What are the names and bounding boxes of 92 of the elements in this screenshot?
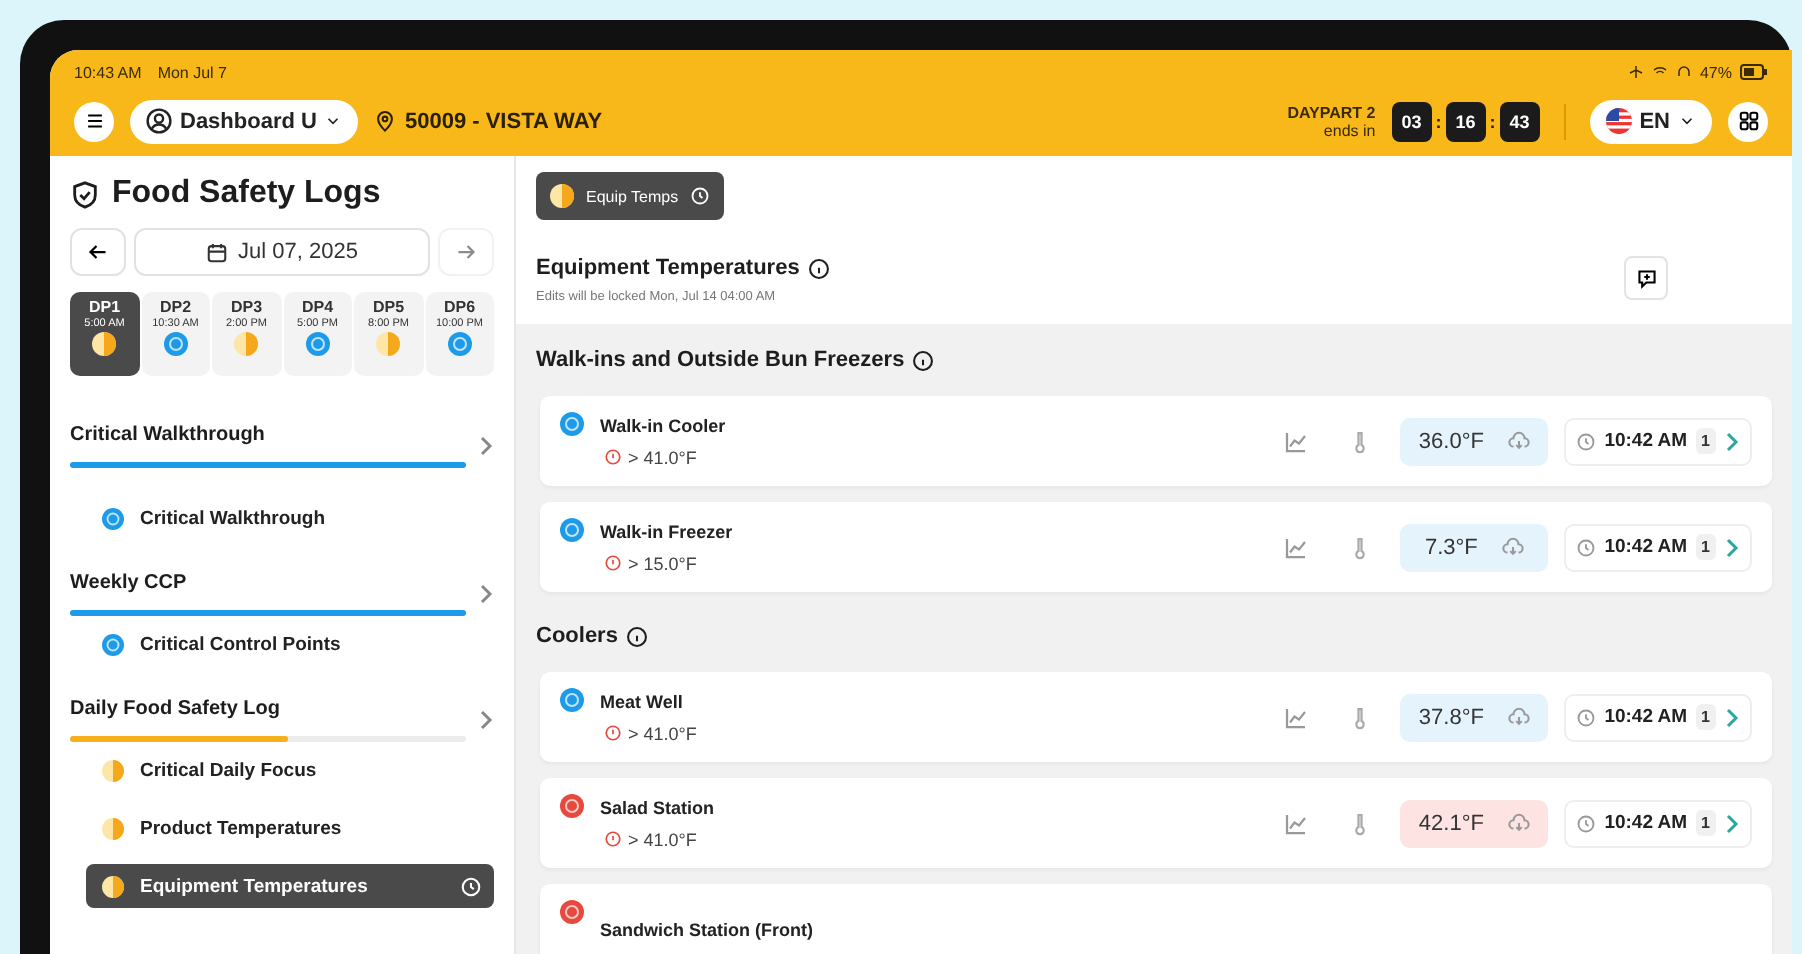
time-reading[interactable]: 10:42 AM 1 [1564, 693, 1752, 741]
temperature-limit: > 41.0°F [628, 723, 697, 743]
chart-icon [1284, 429, 1309, 453]
grid-icon [1737, 110, 1759, 132]
equipment-card[interactable]: Walk-in Freezer > 15.0°F 7.3°F 10:42 AM 1 [540, 502, 1772, 592]
info-icon [625, 625, 648, 647]
chevron-right-icon[interactable] [1724, 707, 1740, 727]
status-time: 10:43 AM [74, 63, 142, 81]
calendar-icon [206, 241, 229, 263]
equipment-card[interactable]: Meat Well > 41.0°F 37.8°F 10:42 AM 1 [540, 672, 1772, 762]
battery-icon [1740, 64, 1768, 80]
clock-icon [1576, 707, 1597, 727]
log-item[interactable]: Equipment Temperatures [86, 864, 494, 908]
airplane-icon [1627, 64, 1644, 80]
clock-icon [1576, 537, 1597, 557]
cloud-icon [1507, 430, 1530, 452]
time-reading[interactable]: 10:42 AM 1 [1564, 417, 1752, 465]
temperature-limit: > 41.0°F [628, 447, 697, 467]
section-title: Daily Food Safety Log [70, 698, 283, 720]
time-reading[interactable]: 10:42 AM 1 [1564, 523, 1752, 571]
arrow-right-icon [454, 240, 478, 264]
equipment-name: Walk-in Freezer [600, 521, 735, 541]
headphones-icon [1675, 64, 1692, 80]
menu-icon [83, 110, 105, 132]
countdown-digit: 43 [1499, 101, 1540, 141]
menu-button[interactable] [74, 101, 114, 141]
chart-icon [1284, 535, 1309, 559]
clock-icon [460, 875, 482, 897]
page-title: Equipment Temperatures [536, 256, 800, 280]
comment-button[interactable] [1624, 256, 1668, 300]
time-reading[interactable]: 10:42 AM 1 [1564, 799, 1752, 847]
status-date: Mon Jul 7 [157, 63, 227, 81]
daypart-label: DAYPART 2 [1287, 103, 1376, 121]
equipment-card[interactable]: Walk-in Cooler > 41.0°F 36.0°F 10:42 AM 1 [540, 396, 1772, 486]
countdown-separator: : [1489, 111, 1496, 131]
equip-temps-chip[interactable]: Equip Temps [536, 172, 725, 220]
equipment-card[interactable]: Salad Station > 41.0°F 42.1°F 10:42 AM 1 [540, 778, 1772, 868]
log-item[interactable]: Product Temperatures [86, 806, 494, 850]
section-title: Critical Walkthrough [70, 424, 267, 446]
store-location: 50009 - VISTA WAY [374, 109, 603, 133]
partial-status-icon [550, 184, 574, 208]
cloud-icon [1507, 812, 1530, 834]
log-item[interactable]: Critical Control Points [86, 622, 494, 666]
cloud-icon [1507, 706, 1530, 728]
apps-button[interactable] [1728, 101, 1768, 141]
equipment-card[interactable]: Sandwich Station (Front) [540, 884, 1772, 954]
previous-day-button[interactable] [70, 228, 126, 276]
group-title: Walk-ins and Outside Bun Freezers [536, 348, 905, 372]
clock-icon [690, 186, 711, 206]
chart-icon [1284, 705, 1309, 729]
shield-check-icon [70, 179, 100, 209]
chevron-right-icon[interactable] [1724, 431, 1740, 451]
temperature-limit: > 15.0°F [628, 553, 697, 573]
chevron-right-icon[interactable] [478, 710, 494, 730]
log-item[interactable]: Critical Daily Focus [86, 748, 494, 792]
equipment-name: Meat Well [600, 691, 685, 711]
info-icon [807, 257, 830, 279]
user-icon [146, 108, 172, 134]
next-day-button[interactable] [438, 228, 494, 276]
temperature-reading[interactable]: 7.3°F [1400, 523, 1549, 571]
temperature-limit: > 41.0°F [628, 829, 697, 849]
group-title: Coolers [536, 624, 618, 648]
temperature-reading[interactable]: 42.1°F [1400, 799, 1549, 847]
equipment-name: Walk-in Cooler [600, 415, 728, 435]
countdown-digit: 16 [1445, 101, 1486, 141]
chevron-right-icon[interactable] [478, 584, 494, 604]
comment-plus-icon [1635, 267, 1657, 289]
daypart-ends-label: ends in [1323, 121, 1376, 139]
section-title: Weekly CCP [70, 572, 189, 594]
chart-icon [1284, 811, 1309, 835]
pin-icon [374, 110, 397, 132]
battery-percent: 47% [1699, 63, 1732, 81]
countdown-separator: : [1435, 111, 1442, 131]
cloud-icon [1501, 536, 1524, 558]
temperature-reading[interactable]: 36.0°F [1400, 417, 1549, 465]
arrow-left-icon [86, 240, 110, 264]
countdown-digit: 03 [1391, 101, 1432, 141]
chevron-right-icon[interactable] [478, 436, 494, 456]
chevron-right-icon[interactable] [1724, 813, 1740, 833]
sidebar-title: Food Safety Logs [112, 176, 381, 212]
clock-icon [1576, 813, 1597, 833]
clock-icon [1576, 431, 1597, 451]
temperature-reading[interactable]: 37.8°F [1400, 693, 1549, 741]
equipment-name: Salad Station [600, 797, 717, 817]
chevron-right-icon[interactable] [1724, 537, 1740, 557]
info-icon [912, 349, 935, 371]
language-dropdown[interactable]: EN [1589, 99, 1712, 143]
log-item[interactable]: Critical Walkthrough [86, 496, 494, 540]
date-picker[interactable]: Jul 07, 2025 [134, 228, 430, 276]
user-dropdown[interactable]: Dashboard U [130, 99, 359, 143]
flag-icon [1605, 108, 1632, 134]
equipment-name: Sandwich Station (Front) [600, 919, 815, 939]
